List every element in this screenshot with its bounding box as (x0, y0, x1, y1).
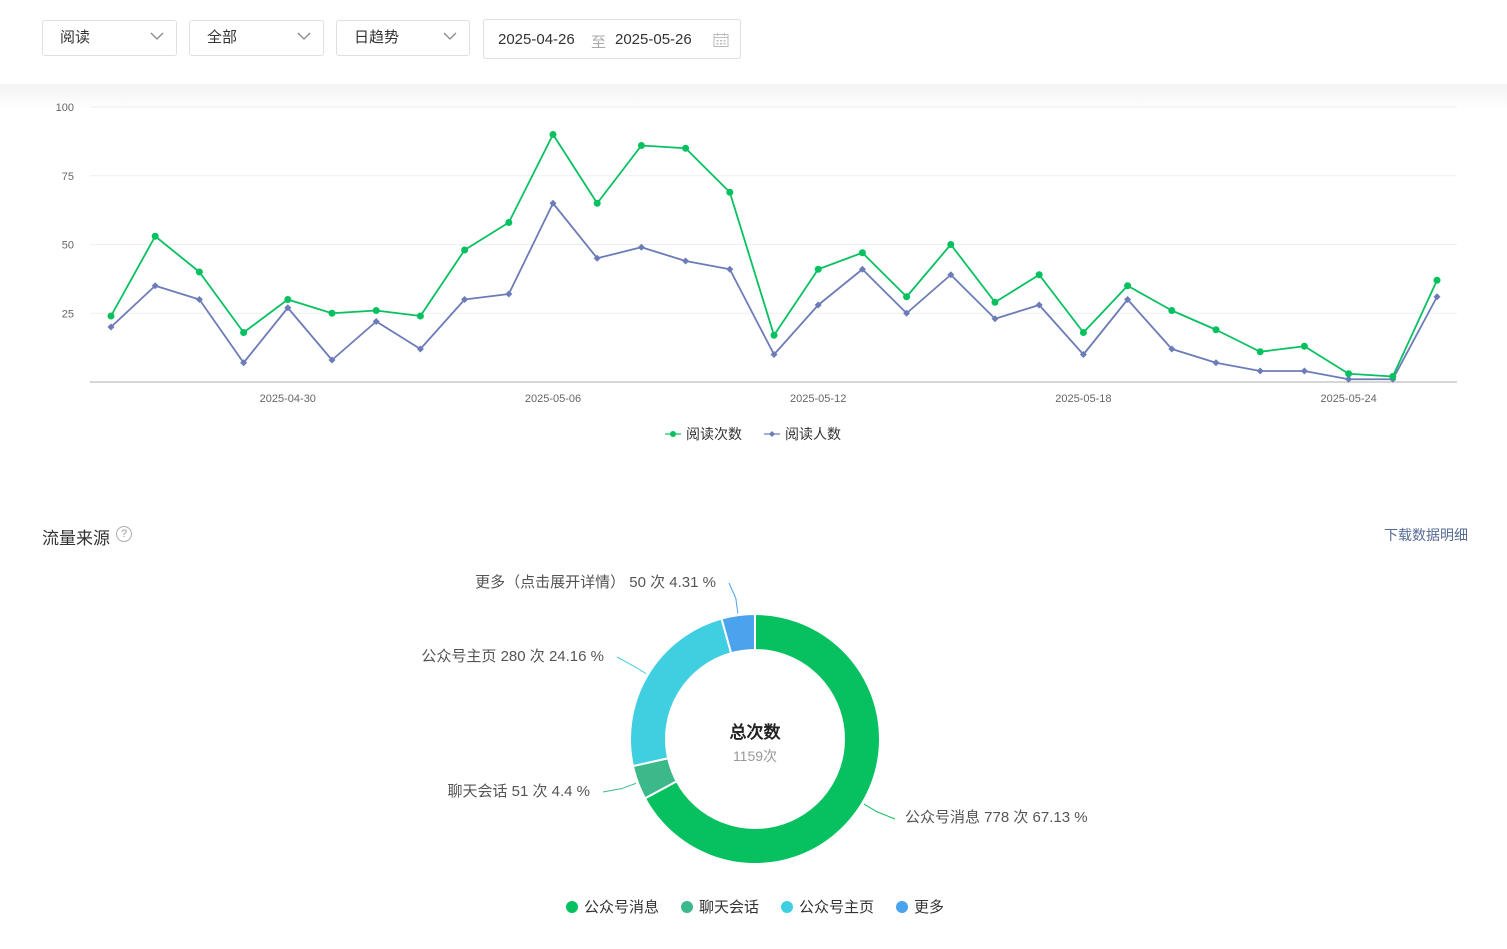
data-point-reads (1300, 342, 1308, 350)
chevron-down-icon (150, 32, 164, 40)
legend-dot-1 (681, 900, 694, 913)
data-point-readers (1212, 359, 1220, 367)
y-tick-label: 50 (62, 240, 74, 252)
scope-select-value: 全部 (207, 29, 238, 46)
scope-select[interactable]: 全部 (189, 20, 324, 56)
legend-item-readers[interactable]: 阅读人数 (764, 424, 841, 444)
data-point-reads (1124, 282, 1132, 290)
y-tick-label: 25 (62, 308, 74, 320)
slice-label: 公众号主页 280 次 24.16 % (421, 648, 604, 665)
legend-item-slice-0[interactable]: 公众号消息 (566, 896, 659, 917)
slice-label: 聊天会话 51 次 4.4 % (447, 783, 590, 800)
data-point-reads (1212, 326, 1220, 334)
data-point-reads (637, 142, 645, 149)
data-point-reads (682, 144, 690, 152)
data-point-reads (416, 312, 424, 320)
leader-line (602, 782, 637, 793)
donut-center-value: 1159次 (733, 748, 777, 764)
data-point-reads (1079, 329, 1087, 336)
metric-select-value: 阅读 (60, 29, 91, 46)
data-point-reads (991, 298, 999, 306)
data-point-reads (1256, 348, 1264, 356)
legend-label-readers: 阅读人数 (785, 426, 841, 442)
data-point-reads (1389, 373, 1397, 380)
chevron-down-icon (297, 32, 311, 40)
x-tick-label: 2025-05-12 (790, 393, 846, 405)
slice-label: 公众号消息 778 次 67.13 % (905, 809, 1088, 826)
legend-label-slice-2: 公众号主页 (799, 899, 875, 916)
data-point-reads (947, 241, 955, 248)
help-icon[interactable]: ? (116, 526, 132, 542)
leader-line (863, 803, 896, 820)
calendar-icon[interactable] (713, 32, 729, 48)
data-point-reads (1345, 370, 1353, 378)
data-point-readers (682, 257, 690, 265)
download-details-link[interactable]: 下载数据明细 (1384, 525, 1468, 545)
metric-select[interactable]: 阅读 (42, 20, 177, 56)
data-point-reads (1035, 271, 1043, 279)
trend-legend: 阅读次数 阅读人数 (665, 424, 841, 444)
data-point-reads (1433, 276, 1441, 284)
legend-label-reads: 阅读次数 (686, 426, 742, 442)
data-point-reads (814, 265, 822, 273)
legend-label-slice-3: 更多 (914, 899, 945, 916)
leader-line (616, 656, 647, 675)
chevron-down-icon (443, 32, 457, 40)
data-point-readers (505, 290, 513, 298)
legend-label-slice-1: 聊天会话 (699, 899, 760, 916)
x-tick-label: 2025-05-24 (1320, 393, 1376, 405)
data-point-reads (1168, 307, 1176, 314)
data-point-reads (107, 312, 115, 320)
date-range-picker[interactable]: 2025-04-26 至 2025-05-26 (483, 19, 741, 59)
purple-diamond-icon (764, 431, 780, 437)
data-point-reads (284, 296, 292, 303)
slice-label: 更多（点击展开详情） 50 次 4.31 % (475, 574, 716, 591)
data-point-reads (240, 329, 248, 336)
traffic-source-donut: 公众号消息 778 次 67.13 % 聊天会话 51 次 4.4 % 公众号主页 … (421, 574, 1088, 865)
x-tick-label: 2025-05-18 (1055, 393, 1111, 405)
data-point-reads (726, 188, 734, 196)
green-dot-icon (665, 431, 681, 437)
data-point-readers (1433, 293, 1441, 301)
data-point-reads (858, 249, 866, 257)
legend-item-slice-3[interactable]: 更多 (896, 896, 944, 917)
data-point-reads (903, 293, 911, 301)
leader-line (728, 582, 739, 614)
donut-center-title: 总次数 (730, 722, 782, 742)
legend-item-reads[interactable]: 阅读次数 (665, 424, 742, 444)
traffic-source-title: 流量来源 (42, 529, 110, 548)
data-point-reads (151, 232, 159, 240)
data-point-reads (461, 246, 469, 254)
donut-legend: 公众号消息 聊天会话 公众号主页 更多 (566, 896, 944, 917)
legend-item-slice-1[interactable]: 聊天会话 (681, 896, 759, 917)
reading-trend-chart: 25 50 75 100 2025-04-30 2025-05-06 2025-05-12 2… (56, 102, 1457, 405)
y-tick-label: 75 (62, 171, 74, 183)
data-point-reads (770, 331, 778, 339)
filter-toolbar: 阅读 全部 日趋势 2025-04-26 至 2025-05-26 (0, 0, 1507, 84)
date-separator: 至 (591, 34, 607, 51)
x-tick-label: 2025-05-06 (525, 393, 581, 405)
data-point-readers (1256, 367, 1264, 375)
data-point-reads (195, 268, 203, 276)
data-point-readers (1300, 367, 1308, 375)
granularity-select[interactable]: 日趋势 (336, 20, 470, 56)
data-point-readers (726, 265, 734, 273)
data-point-reads (505, 219, 513, 226)
legend-label-slice-0: 公众号消息 (584, 899, 660, 916)
data-point-reads (593, 199, 601, 207)
legend-dot-2 (781, 900, 794, 913)
date-start[interactable]: 2025-04-26 (498, 31, 575, 48)
data-point-reads (328, 309, 336, 317)
granularity-select-value: 日趋势 (354, 29, 400, 46)
date-end[interactable]: 2025-05-26 (615, 31, 692, 48)
legend-item-slice-2[interactable]: 公众号主页 (781, 896, 874, 917)
series-line (110, 133, 1438, 378)
donut-slice (629, 617, 733, 768)
data-point-reads (372, 307, 380, 314)
legend-dot-3 (896, 900, 909, 913)
data-point-reads (549, 131, 557, 138)
x-tick-label: 2025-04-30 (260, 393, 316, 405)
legend-dot-0 (566, 900, 578, 913)
y-tick-label: 100 (56, 102, 74, 114)
